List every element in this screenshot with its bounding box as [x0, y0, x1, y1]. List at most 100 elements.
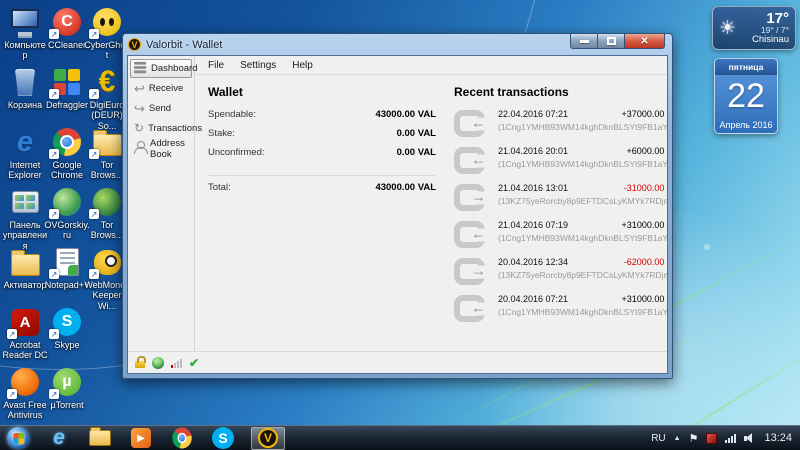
wallet-row-spendable: Spendable:43000.00 VAL	[208, 109, 436, 128]
transaction-row[interactable]: 21.04.2016 20:01+6000.00 VAL(1Cng1YMHB93…	[454, 146, 668, 183]
transaction-sent-icon	[454, 184, 485, 211]
valorbit-logo-icon: V	[128, 38, 141, 51]
wallet-main-area: FileSettingsHelp Wallet Spendable:43000.…	[196, 56, 667, 351]
transaction-received-icon	[454, 110, 485, 137]
chrome-icon	[172, 428, 192, 449]
close-button[interactable]: ✕	[625, 34, 665, 49]
sidebar-item-label: Address Book	[150, 138, 188, 160]
transaction-row[interactable]: 22.04.2016 07:21+37000.00 VAL(1Cng1YMHB9…	[454, 109, 668, 146]
recent-transactions-panel: Recent transactions 22.04.2016 07:21+370…	[454, 85, 668, 351]
menu-bar: FileSettingsHelp	[196, 56, 667, 75]
desktop-icon-aktivator[interactable]: Активатор	[2, 246, 48, 290]
skype-icon: S	[212, 427, 234, 449]
desktop-icon-computer[interactable]: Компьютер	[2, 6, 48, 61]
transaction-sent-icon	[454, 258, 485, 285]
action-center-flag-icon[interactable]: ⚑	[689, 432, 699, 445]
minimize-button[interactable]	[570, 34, 598, 49]
sidebar-item-transactions[interactable]: ↻Transactions	[130, 119, 192, 138]
transaction-address: (13KZ75yeRorcby8p9EFTDCsLyKMYk7RDjm)	[498, 270, 668, 280]
media-player-icon: ▶	[131, 428, 151, 448]
menu-settings[interactable]: Settings	[232, 58, 284, 73]
transaction-address: (1Cng1YMHB93WM14kghDknBLSYt9FB1aYRR)	[498, 159, 668, 169]
transaction-amount: +31000.00 VAL	[622, 220, 668, 230]
minimize-icon	[580, 40, 589, 43]
sidebar-item-send[interactable]: ↪Send	[130, 99, 192, 118]
maximize-button[interactable]	[598, 34, 625, 49]
transaction-received-icon	[454, 295, 485, 322]
taskbar-windows-media-player[interactable]: ▶	[128, 427, 154, 450]
show-hidden-icons-icon[interactable]: ▲	[674, 435, 681, 442]
total-value: 43000.00 VAL	[375, 182, 436, 193]
wallet-separator	[208, 175, 436, 176]
sun-icon: ☀	[719, 17, 736, 40]
transactions-heading: Recent transactions	[454, 85, 668, 99]
network-icon[interactable]	[725, 433, 736, 443]
clock[interactable]: 13:24	[764, 432, 792, 444]
transaction-date: 21.04.2016 13:01	[498, 183, 568, 193]
antivirus-tray-icon[interactable]	[706, 433, 717, 444]
transaction-date: 21.04.2016 07:19	[498, 220, 568, 230]
shortcut-arrow-icon: ↗	[89, 209, 99, 219]
desktop-icon-control-panel[interactable]: Панель управления	[2, 186, 48, 251]
desktop-icon-recycle-bin[interactable]: Корзина	[2, 66, 48, 110]
folder-icon	[89, 430, 111, 446]
shortcut-arrow-icon: ↗	[49, 389, 59, 399]
sync-globe-icon	[152, 357, 164, 369]
desktop-icon-skype[interactable]: S↗Skype	[44, 306, 90, 350]
language-indicator[interactable]: RU	[651, 433, 665, 444]
shortcut-arrow-icon: ↗	[89, 149, 99, 159]
wallet-sidebar: Dashboard↩Receive↪Send↻TransactionsAddre…	[128, 56, 195, 351]
transaction-row[interactable]: 21.04.2016 13:01-31000.00 VAL(13KZ75yeRo…	[454, 183, 668, 220]
sidebar-item-label: Receive	[149, 83, 183, 94]
calendar-gadget[interactable]: пятница 22 Апрель 2016	[714, 58, 778, 134]
volume-icon[interactable]	[744, 433, 756, 444]
transaction-row[interactable]: 20.04.2016 12:34-62000.00 VAL(13KZ75yeRo…	[454, 257, 668, 294]
calendar-day: 22	[715, 75, 777, 117]
sidebar-item-address-book[interactable]: Address Book	[130, 139, 192, 158]
connections-icon	[171, 358, 182, 368]
taskbar-skype[interactable]: S	[210, 427, 236, 450]
sidebar-item-dashboard[interactable]: Dashboard	[130, 59, 192, 78]
transaction-address: (1Cng1YMHB93WM14kghDknBLSYt9FB1aYRR)	[498, 307, 668, 317]
taskbar-valorbit[interactable]: V	[251, 427, 285, 450]
transaction-amount: +37000.00 VAL	[622, 109, 668, 119]
maximize-icon	[607, 37, 616, 45]
transaction-amount: +6000.00 VAL	[627, 146, 668, 156]
weather-city: Chisinau	[736, 35, 789, 45]
transaction-received-icon	[454, 147, 485, 174]
transaction-row[interactable]: 21.04.2016 07:19+31000.00 VAL(1Cng1YMHB9…	[454, 220, 668, 257]
shortcut-arrow-icon: ↗	[89, 269, 99, 279]
desktop-icon-avast[interactable]: ↗Avast Free Antivirus	[2, 366, 48, 421]
shortcut-arrow-icon: ↗	[49, 29, 59, 39]
transaction-row[interactable]: 20.04.2016 07:21+31000.00 VAL(1Cng1YMHB9…	[454, 294, 668, 331]
shortcut-arrow-icon: ↗	[7, 389, 17, 399]
utorrent-icon: µ↗	[44, 366, 90, 398]
balance-value: 0.00 VAL	[397, 128, 436, 139]
dashboard-content: Wallet Spendable:43000.00 VALStake:0.00 …	[196, 76, 667, 351]
monitor-icon	[2, 6, 48, 38]
panel-icon	[2, 186, 48, 218]
desktop-icon-acrobat-reader[interactable]: A↗Acrobat Reader DC	[2, 306, 48, 361]
sidebar-item-label: Dashboard	[151, 63, 197, 74]
desktop-icon-utorrent[interactable]: µ↗ µTorrent	[44, 366, 90, 410]
taskbar-start-button[interactable]	[5, 427, 31, 450]
wallet-row-stake: Stake:0.00 VAL	[208, 128, 436, 147]
shortcut-arrow-icon: ↗	[49, 149, 59, 159]
desktop-icon-label: µTorrent	[44, 400, 90, 410]
shortcut-arrow-icon: ↗	[49, 329, 59, 339]
shortcut-arrow-icon: ↗	[49, 209, 59, 219]
transaction-date: 20.04.2016 07:21	[498, 294, 568, 304]
taskbar-google-chrome[interactable]	[169, 427, 195, 450]
wallet-status-bar: ✔	[128, 351, 667, 373]
menu-help[interactable]: Help	[284, 58, 321, 73]
lock-icon	[135, 361, 145, 368]
taskbar-windows-explorer[interactable]	[87, 427, 113, 450]
weather-gadget[interactable]: ☀ 17° 19° / 7° Chisinau	[712, 6, 796, 50]
taskbar-internet-explorer[interactable]: e	[46, 427, 72, 450]
window-title: Valorbit - Wallet	[146, 39, 222, 51]
sidebar-item-receive[interactable]: ↩Receive	[130, 79, 192, 98]
menu-file[interactable]: File	[200, 58, 232, 73]
desktop-icon-label: Активатор	[2, 280, 48, 290]
acrobat-icon: A↗	[2, 306, 48, 338]
desktop-icon-internet-explorer[interactable]: eInternet Explorer	[2, 126, 48, 181]
